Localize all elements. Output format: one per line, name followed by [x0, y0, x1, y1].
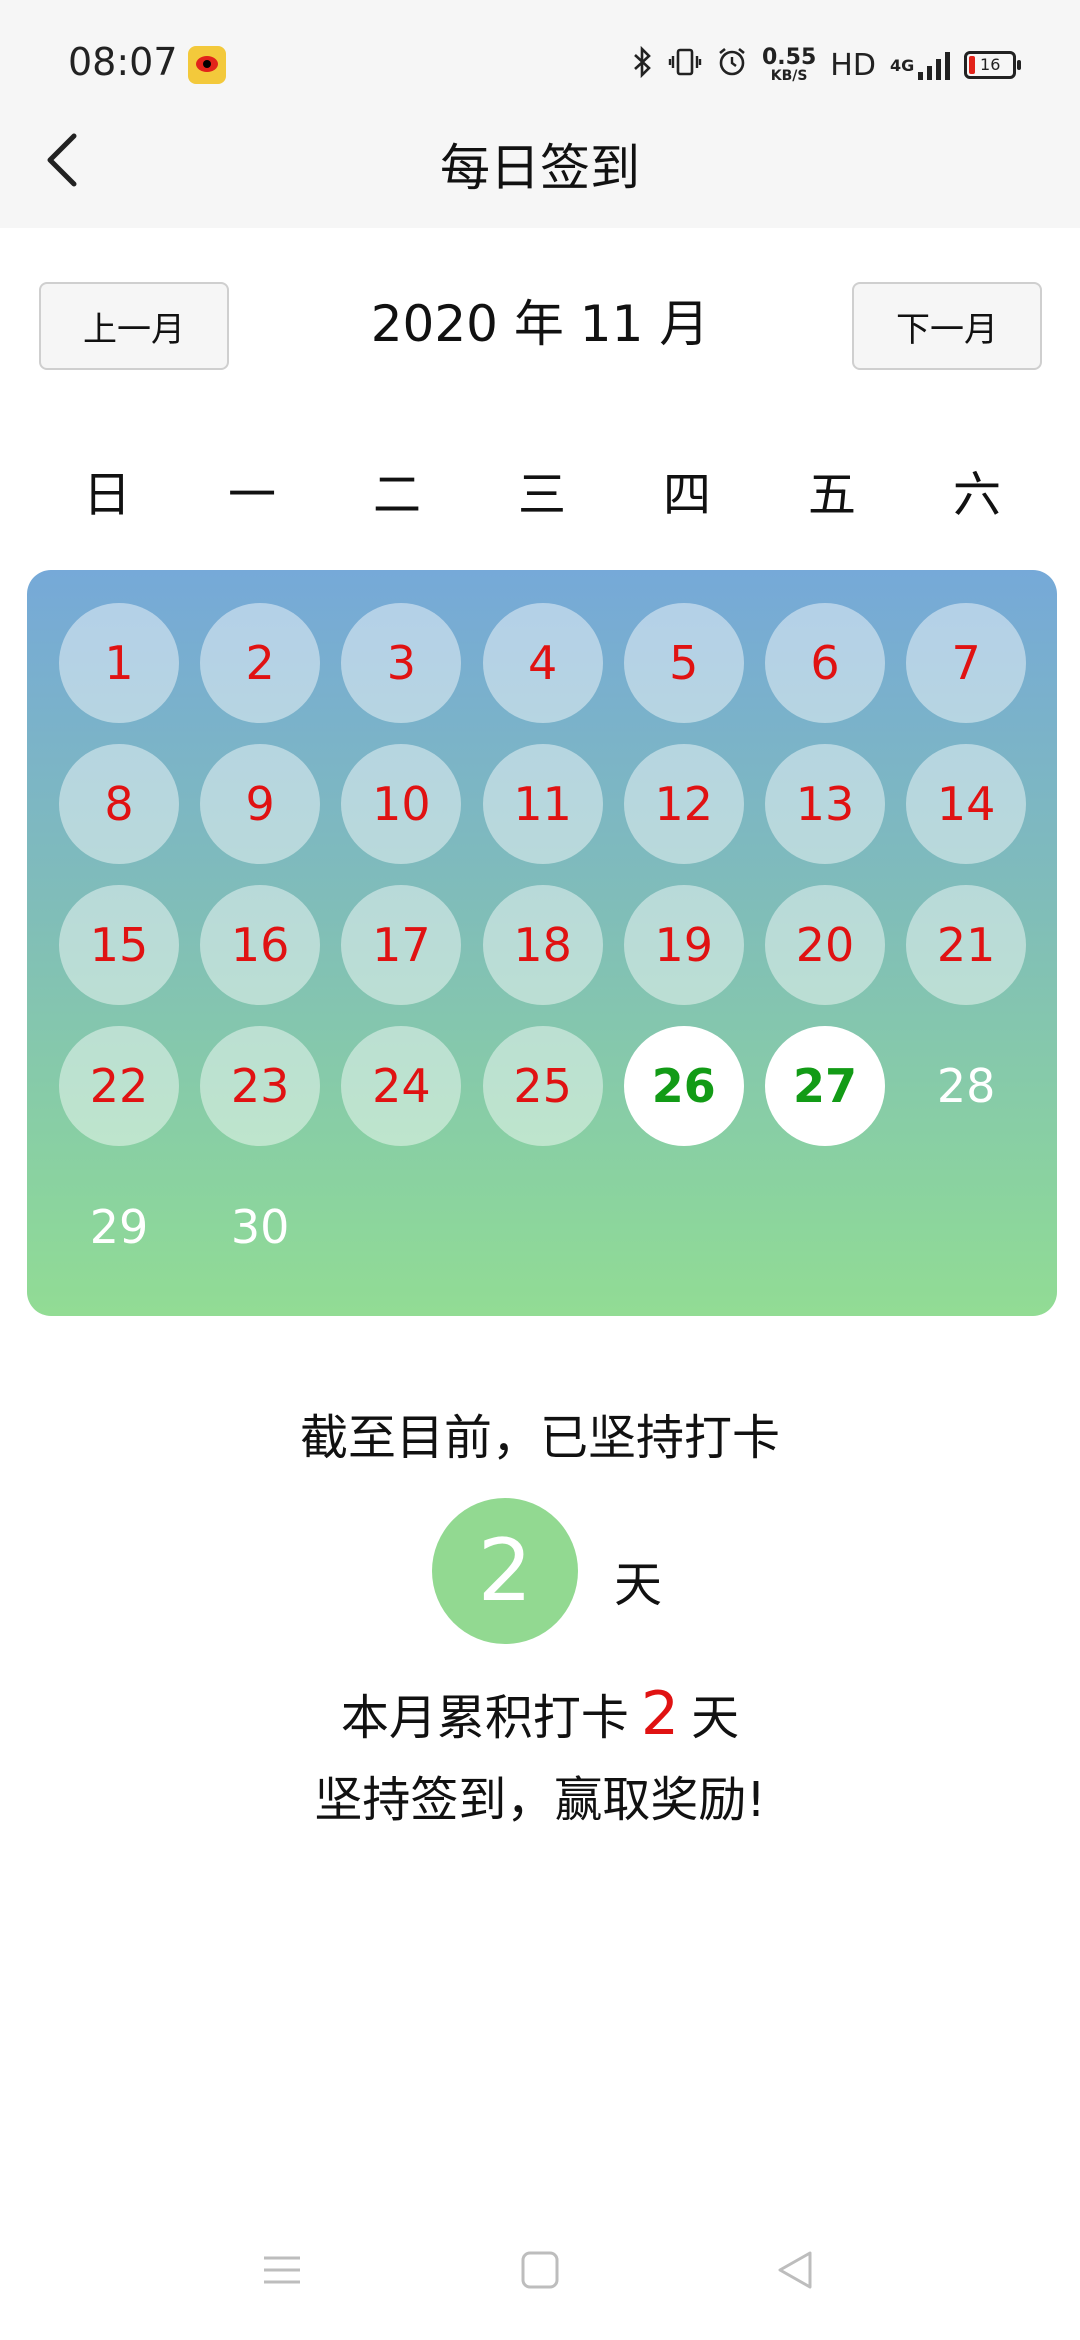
- calendar-day[interactable]: 8: [59, 744, 179, 864]
- top-bar: 08:07 0.55 KB/S HD 4G 16 每日签到: [0, 0, 1080, 228]
- weekday-label: 五: [807, 467, 856, 523]
- calendar-day[interactable]: 9: [200, 744, 321, 864]
- network-speed: 0.55 KB/S: [762, 45, 817, 84]
- vibrate-icon: [668, 46, 702, 85]
- alarm-icon: [716, 46, 748, 85]
- weekday-label: 六: [952, 467, 1001, 523]
- weekday-label: 一: [227, 467, 276, 523]
- calendar-day[interactable]: 25: [482, 1026, 603, 1146]
- signal-icon: [918, 50, 951, 80]
- weekday-label: 三: [517, 467, 566, 523]
- month-total-suffix: 天: [691, 1690, 740, 1746]
- calendar-day[interactable]: 1: [59, 603, 179, 723]
- calendar-day[interactable]: 18: [482, 885, 603, 1005]
- calendar-day[interactable]: 20: [765, 885, 885, 1005]
- network-type: 4G: [889, 55, 915, 75]
- system-nav-bar: [0, 2230, 1080, 2310]
- month-total: 本月累积打卡 2 天: [0, 1678, 1080, 1749]
- encourage-text: 坚持签到，赢取奖励!: [314, 1772, 766, 1828]
- calendar-day[interactable]: 5: [623, 603, 744, 723]
- calendar-day[interactable]: 12: [623, 744, 744, 864]
- streak-unit: 天: [614, 1557, 663, 1613]
- calendar-day[interactable]: 29: [59, 1167, 179, 1287]
- weekday-label: 四: [662, 467, 711, 523]
- calendar-day[interactable]: 16: [200, 885, 321, 1005]
- calendar-day[interactable]: 2: [200, 603, 321, 723]
- next-month-button[interactable]: 下一月: [852, 282, 1042, 370]
- status-time: 08:07: [68, 40, 178, 84]
- home-icon[interactable]: [520, 2250, 560, 2294]
- month-total-value: 2: [640, 1679, 680, 1749]
- streak-label: 截至目前，已坚持打卡: [299, 1410, 780, 1466]
- status-icons: 0.55 KB/S HD 4G 16: [632, 40, 1022, 90]
- calendar-day[interactable]: 17: [341, 885, 462, 1005]
- month-total-prefix: 本月累积打卡: [340, 1690, 629, 1746]
- screen: 08:07 0.55 KB/S HD 4G 16 每日签到 上一月 2020 年…: [0, 0, 1080, 2340]
- calendar-day[interactable]: 7: [906, 603, 1027, 723]
- weekday-label: 二: [372, 467, 421, 523]
- weekday-label: 日: [82, 467, 131, 523]
- calendar-day[interactable]: 27: [765, 1026, 885, 1146]
- calendar-day[interactable]: 14: [906, 744, 1027, 864]
- calendar-day[interactable]: 30: [200, 1167, 320, 1287]
- battery-level: 16: [980, 55, 1001, 74]
- calendar-day[interactable]: 21: [906, 885, 1027, 1005]
- menu-icon[interactable]: [262, 2250, 302, 2294]
- calendar-day[interactable]: 6: [765, 603, 885, 723]
- calendar-day[interactable]: 13: [765, 744, 885, 864]
- calendar-day[interactable]: 23: [200, 1026, 321, 1146]
- calendar-day[interactable]: 15: [59, 885, 179, 1005]
- calendar-day[interactable]: 3: [341, 603, 462, 723]
- calendar-day[interactable]: 10: [341, 744, 462, 864]
- hd-indicator: HD: [830, 47, 876, 83]
- streak-count: 2: [432, 1498, 578, 1644]
- weekday-header: 日 一 二 三 四 五 六: [0, 455, 1080, 523]
- calendar-day[interactable]: 19: [623, 885, 744, 1005]
- calendar-grid: 1 2 3 4 5 6 7 8 9 10 11 12 13 14 15 16 17 18 19 20 21 22 23 24 2…: [27, 570, 1057, 1316]
- weibo-icon: [188, 46, 226, 84]
- calendar-day[interactable]: 22: [59, 1026, 179, 1146]
- battery-icon: 16: [964, 51, 1022, 79]
- calendar-day[interactable]: 4: [482, 603, 603, 723]
- bluetooth-icon: [632, 45, 654, 85]
- calendar-day[interactable]: 26: [623, 1026, 744, 1146]
- back-triangle-icon[interactable]: [776, 2250, 816, 2294]
- calendar-day[interactable]: 24: [341, 1026, 462, 1146]
- calendar-day[interactable]: 28: [906, 1026, 1026, 1146]
- page-title: 每日签到: [440, 139, 640, 197]
- calendar-day[interactable]: 11: [482, 744, 603, 864]
